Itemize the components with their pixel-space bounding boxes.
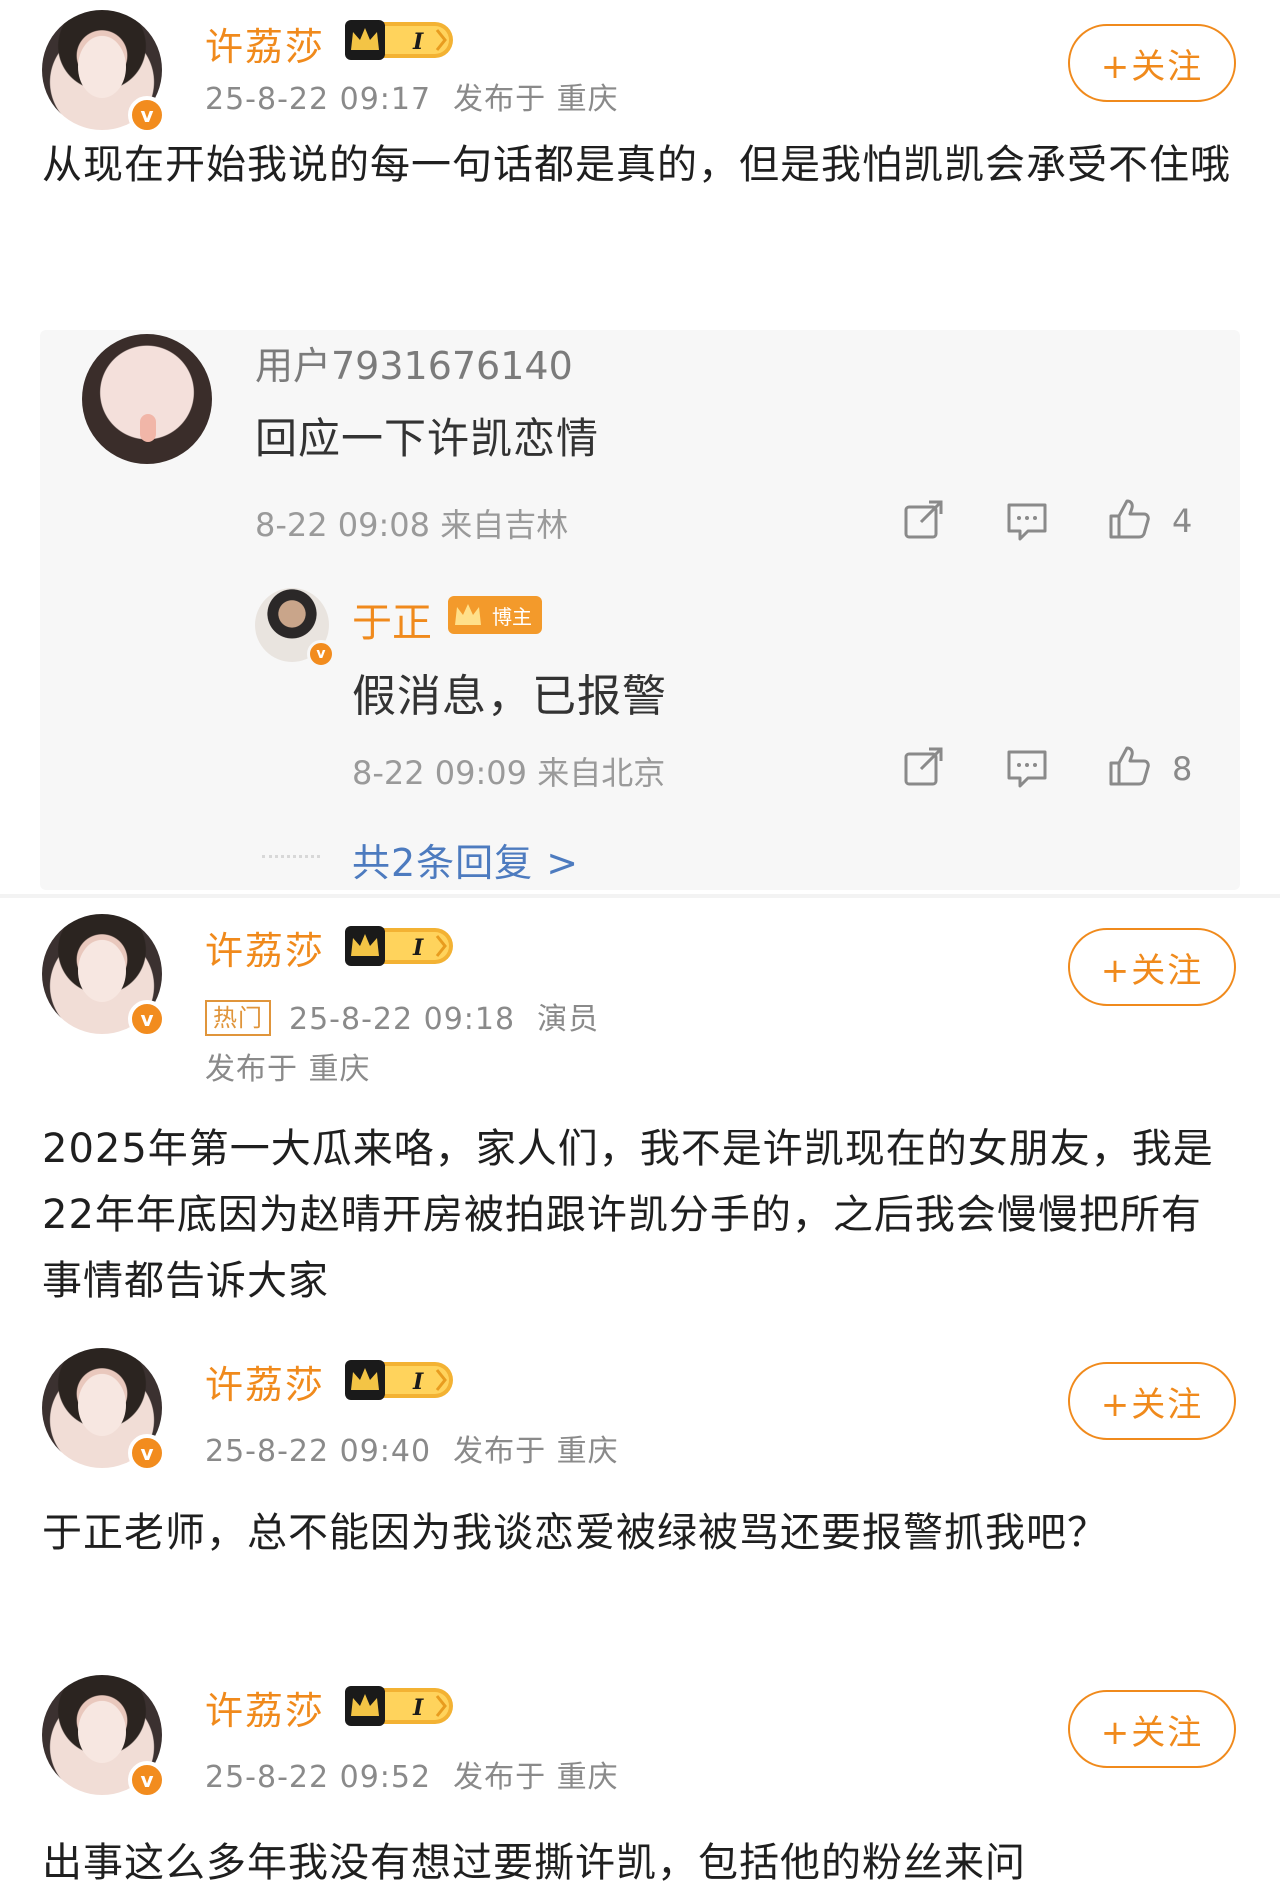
reply-meta: 8-22 09:09 来自北京 bbox=[352, 754, 666, 792]
crown-icon bbox=[455, 604, 481, 625]
post-meta: 25-8-22 09:40 发布于 重庆 bbox=[205, 1426, 619, 1470]
vip-crown-icon bbox=[345, 1360, 455, 1400]
share-icon[interactable] bbox=[903, 500, 945, 542]
share-icon[interactable] bbox=[903, 747, 945, 789]
avatar-detail bbox=[140, 414, 156, 442]
reply-text: 假消息，已报警 bbox=[352, 671, 667, 722]
post-location: 发布于 重庆 bbox=[453, 1760, 619, 1795]
blogger-badge-label: 博主 bbox=[492, 604, 532, 629]
post-text: 从现在开始我说的每一句话都是真的，但是我怕凯凯会承受不住哦 bbox=[42, 142, 1231, 188]
verified-icon: v bbox=[128, 1000, 166, 1038]
post-time: 25-8-22 09:17 bbox=[205, 82, 432, 117]
post-meta: 热门 25-8-22 09:18 演员 bbox=[205, 994, 599, 1039]
avatar-face bbox=[78, 1701, 126, 1763]
follow-button[interactable]: +关注 bbox=[1068, 1690, 1236, 1768]
avatar[interactable]: v bbox=[42, 1348, 166, 1472]
dotted-divider bbox=[262, 855, 320, 858]
verified-icon: v bbox=[128, 1434, 166, 1472]
post-time: 25-8-22 09:40 bbox=[205, 1434, 432, 1469]
verified-icon: v bbox=[128, 96, 166, 134]
like-count: 4 bbox=[1172, 502, 1193, 540]
username[interactable]: 许荔莎 bbox=[205, 1680, 325, 1735]
post-text: 于正老师，总不能因为我谈恋爱被绿被骂还要报警抓我吧？ bbox=[42, 1510, 1108, 1556]
thumbs-up-icon[interactable] bbox=[1108, 498, 1150, 540]
verified-icon: v bbox=[128, 1761, 166, 1799]
username[interactable]: 许荔莎 bbox=[205, 1354, 325, 1409]
avatar[interactable]: v bbox=[42, 10, 166, 134]
post-time: 25-8-22 09:52 bbox=[205, 1760, 432, 1795]
follow-button[interactable]: +关注 bbox=[1068, 1362, 1236, 1440]
avatar[interactable] bbox=[82, 334, 212, 464]
post-role: 演员 bbox=[537, 1002, 600, 1037]
verified-icon: v bbox=[307, 640, 335, 668]
post-location: 发布于 重庆 bbox=[205, 1052, 371, 1087]
like-count: 8 bbox=[1172, 750, 1193, 788]
follow-button[interactable]: +关注 bbox=[1068, 928, 1236, 1006]
comment-icon[interactable] bbox=[1006, 747, 1048, 789]
reply-username[interactable]: 于正 bbox=[352, 590, 432, 648]
avatar[interactable]: v bbox=[255, 588, 335, 668]
comment-thread bbox=[40, 330, 1240, 890]
avatar[interactable]: v bbox=[42, 914, 166, 1038]
comment-username[interactable]: 用户7931676140 bbox=[255, 335, 573, 390]
post-divider bbox=[0, 894, 1280, 898]
vip-crown-icon bbox=[345, 20, 455, 60]
avatar-face bbox=[78, 1374, 126, 1436]
avatar-face bbox=[78, 940, 126, 1002]
username[interactable]: 许荔莎 bbox=[205, 920, 325, 975]
follow-button[interactable]: +关注 bbox=[1068, 24, 1236, 102]
blogger-badge: 博主 bbox=[448, 596, 542, 634]
post-meta: 25-8-22 09:52 发布于 重庆 bbox=[205, 1752, 619, 1796]
comment-icon[interactable] bbox=[1006, 500, 1048, 542]
vip-crown-icon bbox=[345, 926, 455, 966]
thumbs-up-icon[interactable] bbox=[1108, 745, 1150, 787]
avatar-face bbox=[78, 36, 126, 98]
comment-meta: 8-22 09:08 来自吉林 bbox=[255, 506, 569, 544]
vip-crown-icon bbox=[345, 1686, 455, 1726]
post-time: 25-8-22 09:18 bbox=[289, 1002, 516, 1037]
comment-text: 回应一下许凯恋情 bbox=[255, 414, 600, 463]
avatar[interactable]: v bbox=[42, 1675, 166, 1799]
post-text: 出事这么多年我没有想过要撕许凯，包括他的粉丝来问 bbox=[42, 1840, 1026, 1885]
post-meta: 25-8-22 09:17 发布于 重庆 bbox=[205, 74, 619, 118]
more-replies-link[interactable]: 共2条回复 > bbox=[352, 832, 579, 887]
post-location: 发布于 重庆 bbox=[453, 1434, 619, 1469]
username[interactable]: 许荔莎 bbox=[205, 16, 325, 71]
post-text: 2025年第一大瓜来咯，家人们，我不是许凯现在的女朋友，我是22年年底因为赵晴开… bbox=[42, 1126, 1214, 1304]
hot-tag: 热门 bbox=[205, 999, 271, 1036]
post-location: 发布于 重庆 bbox=[453, 82, 619, 117]
